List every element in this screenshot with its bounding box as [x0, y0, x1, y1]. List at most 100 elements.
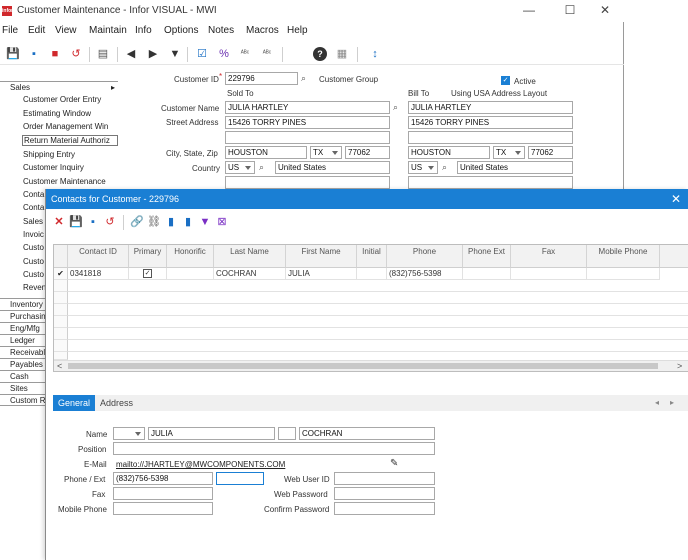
primary-checkbox[interactable]: ✓ — [143, 269, 152, 278]
confirm-password-input[interactable] — [334, 502, 435, 515]
honorific-select[interactable] — [113, 427, 145, 440]
sidebar-item-estimating-window[interactable]: Estimating Window — [23, 109, 119, 118]
menu-macros[interactable]: Macros — [246, 25, 279, 36]
spellcheck-2-icon[interactable]: ᴬᴮᶜ — [260, 47, 274, 61]
initial-input[interactable] — [278, 427, 296, 440]
bill-country-search-icon[interactable]: ⌕ — [442, 162, 447, 173]
maximize-button[interactable]: ☐ — [563, 3, 577, 17]
bill-to-street-input[interactable]: 15426 TORRY PINES — [408, 116, 573, 129]
filter-icon[interactable]: ▼ — [198, 215, 212, 229]
tab-address[interactable]: Address — [95, 395, 138, 411]
bill-to-country-input[interactable]: United States — [457, 161, 573, 174]
sort-icon[interactable]: ↕ — [368, 47, 382, 61]
bill-to-city-input[interactable]: HOUSTON — [408, 146, 490, 159]
menu-info[interactable]: Info — [135, 25, 152, 36]
scroll-left-icon[interactable]: < — [57, 361, 62, 371]
dialog-close-button[interactable]: ✕ — [671, 192, 681, 206]
menu-edit[interactable]: Edit — [28, 25, 45, 36]
next-icon[interactable]: ▶ — [146, 47, 160, 61]
sidebar-item-customer-order-entry[interactable]: Customer Order Entry — [23, 95, 119, 104]
new-icon[interactable]: ▪ — [27, 47, 41, 61]
country-search-icon[interactable]: ⌕ — [259, 162, 264, 173]
dialog-undo-icon[interactable]: ↺ — [103, 215, 117, 229]
sidebar-item-order-management[interactable]: Order Management Win — [23, 122, 119, 131]
cell-last-name[interactable]: COCHRAN — [214, 268, 286, 280]
sidebar-item-return-material[interactable]: Return Material Authoriz — [22, 135, 118, 146]
sidebar-item-customer-maintenance[interactable]: Customer Maintenance — [23, 177, 119, 186]
web-user-id-input[interactable] — [334, 472, 435, 485]
first-name-input[interactable]: JULIA — [148, 427, 275, 440]
tab-scroll-right-icon[interactable]: ▸ — [670, 398, 674, 407]
percent-icon[interactable]: % — [217, 47, 231, 61]
horizontal-scrollbar[interactable]: < > — [54, 360, 688, 371]
undo-icon[interactable]: ↺ — [69, 47, 83, 61]
unlink-icon[interactable]: ⛓ — [147, 215, 161, 229]
tab-scroll-left-icon[interactable]: ◂ — [655, 398, 659, 407]
sidebar-item-customer-inquiry[interactable]: Customer Inquiry — [23, 163, 119, 172]
browse-dropdown-icon[interactable]: ▼ — [168, 47, 182, 61]
row-selector[interactable]: ✔ — [54, 268, 68, 280]
customer-id-input[interactable]: 229796 — [225, 72, 298, 85]
sold-to-street-input[interactable]: 15426 TORRY PINES — [225, 116, 390, 129]
last-name-input[interactable]: COCHRAN — [299, 427, 435, 440]
column-header-primary[interactable]: Primary — [129, 245, 167, 268]
sold-to-extra-input[interactable] — [225, 176, 390, 189]
menu-options[interactable]: Options — [164, 25, 198, 36]
menu-notes[interactable]: Notes — [208, 25, 234, 36]
save-icon[interactable]: 💾 — [6, 47, 20, 61]
menu-file[interactable]: File — [2, 25, 18, 36]
row-selector[interactable] — [54, 280, 68, 292]
bill-to-zip-input[interactable]: 77062 — [528, 146, 573, 159]
scroll-right-icon[interactable]: > — [677, 361, 682, 371]
cell-first-name[interactable]: JULIA — [286, 268, 357, 280]
empty-grid-rows[interactable] — [68, 280, 688, 360]
sidebar-item-shipping-entry[interactable]: Shipping Entry — [23, 150, 119, 159]
dialog-save-icon[interactable]: 💾 — [69, 215, 83, 229]
sold-to-street-2-input[interactable] — [225, 131, 390, 144]
edit-pencil-icon[interactable]: ✎ — [390, 458, 398, 469]
cell-phone[interactable]: (832)756-5398 — [387, 268, 463, 280]
bill-to-name-input[interactable]: JULIA HARTLEY — [408, 101, 573, 114]
name-search-icon[interactable]: ⌕ — [393, 102, 398, 113]
menu-maintain[interactable]: Maintain — [89, 25, 127, 36]
expand-arrow-icon[interactable]: ▸ — [111, 82, 115, 93]
row-selector[interactable] — [54, 328, 68, 340]
column-header-fax[interactable]: Fax — [511, 245, 587, 268]
cell-mobile-phone[interactable] — [587, 268, 660, 280]
row-selector[interactable] — [54, 316, 68, 328]
row-selector[interactable] — [54, 340, 68, 352]
bill-to-extra-input[interactable] — [408, 176, 573, 189]
phone-ext-input[interactable] — [216, 472, 264, 485]
cell-primary[interactable]: ✓ — [129, 268, 167, 280]
position-input[interactable] — [113, 442, 435, 455]
email-link[interactable]: mailto://JHARTLEY@MWCOMPONENTS.COM — [116, 460, 285, 469]
sold-to-country-code-select[interactable]: US — [225, 161, 255, 174]
close-button[interactable]: ✕ — [598, 3, 612, 17]
column-header-contact-id[interactable]: Contact ID — [68, 245, 129, 268]
sold-to-city-input[interactable]: HOUSTON — [225, 146, 307, 159]
sold-to-state-select[interactable]: TX — [310, 146, 342, 159]
column-header-initial[interactable]: Initial — [357, 245, 387, 268]
row-selector[interactable] — [54, 304, 68, 316]
column-header-mobile-phone[interactable]: Mobile Phone — [587, 245, 660, 268]
copy-icon[interactable]: ▮ — [164, 215, 178, 229]
active-checkbox[interactable]: ✓ — [501, 76, 510, 85]
sold-to-country-input[interactable]: United States — [275, 161, 390, 174]
print-icon[interactable]: ▤ — [96, 47, 110, 61]
bill-to-country-code-select[interactable]: US — [408, 161, 438, 174]
tab-general[interactable]: General — [53, 395, 96, 411]
column-header-last-name[interactable]: Last Name — [214, 245, 286, 268]
menu-help[interactable]: Help — [287, 25, 308, 36]
help-icon[interactable]: ? — [313, 47, 327, 61]
sold-to-name-input[interactable]: JULIA HARTLEY — [225, 101, 390, 114]
sold-to-zip-input[interactable]: 77062 — [345, 146, 390, 159]
mobile-phone-input[interactable] — [113, 502, 213, 515]
cell-initial[interactable] — [357, 268, 387, 280]
phone-input[interactable]: (832)756-5398 — [113, 472, 213, 485]
row-selector[interactable] — [54, 292, 68, 304]
cell-honorific[interactable] — [167, 268, 214, 280]
customer-search-icon[interactable]: ⌕ — [301, 73, 306, 84]
column-header-phone-ext[interactable]: Phone Ext — [463, 245, 511, 268]
minimize-button[interactable]: — — [522, 3, 536, 17]
column-header-honorific[interactable]: Honorific — [167, 245, 214, 268]
